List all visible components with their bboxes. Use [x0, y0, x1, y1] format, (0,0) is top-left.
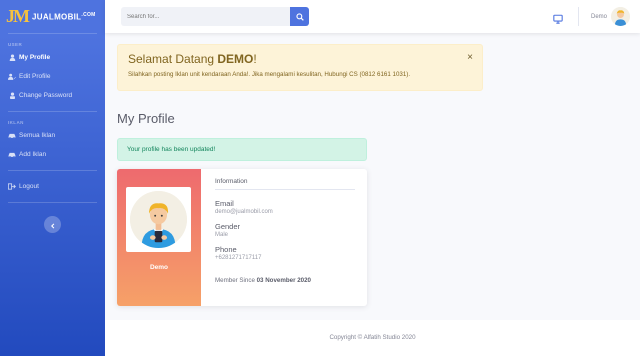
- profile-card: Demo Information Email demo@jualmobil.co…: [117, 169, 367, 306]
- topbar: Demo: [105, 0, 640, 33]
- profile-photo-frame: [126, 187, 191, 252]
- sidebar-item-label: Change Password: [19, 92, 73, 99]
- monitor-icon[interactable]: [553, 11, 563, 29]
- profile-avatar: [130, 191, 187, 248]
- close-icon[interactable]: ×: [467, 52, 473, 63]
- search-icon: [295, 8, 304, 26]
- gender-value: Male: [215, 232, 229, 238]
- info-heading: Information: [215, 178, 355, 190]
- search-bar: [121, 7, 309, 26]
- car-add-icon: [8, 151, 16, 159]
- user-dropdown[interactable]: Demo: [591, 7, 631, 26]
- welcome-title: Selamat Datang DEMO!: [128, 52, 257, 66]
- gender-label: Gender: [215, 222, 241, 231]
- sidebar-item-semua-iklan[interactable]: Semua Iklan: [0, 126, 105, 145]
- member-since: Member Since 03 November 2020: [215, 277, 311, 284]
- topbar-divider: [578, 7, 579, 26]
- sidebar-item-label: Semua Iklan: [19, 132, 56, 139]
- search-input[interactable]: [121, 7, 290, 26]
- page-title: My Profile: [117, 111, 175, 126]
- sidebar-item-label: Edit Profile: [19, 73, 51, 80]
- footer: Copyright © Alfatih Studio 2020: [105, 320, 640, 356]
- profile-name: Demo: [149, 264, 169, 271]
- sidebar-divider: [8, 170, 97, 171]
- brand-logo: JM: [6, 6, 30, 26]
- sidebar-item-label: My Profile: [19, 54, 51, 61]
- gender-field: Gender Male: [215, 222, 240, 238]
- car-icon: [8, 132, 16, 140]
- phone-label: Phone: [215, 245, 237, 254]
- user-name: Demo: [591, 13, 608, 20]
- user-icon: [8, 54, 16, 62]
- email-value: demo@jualmobil.com: [215, 209, 273, 215]
- key-icon: [8, 92, 16, 100]
- search-button[interactable]: [290, 7, 309, 26]
- logout-icon: [8, 183, 16, 191]
- brand[interactable]: JM JUALMOBIL.COM: [0, 0, 105, 33]
- sidebar-item-label: Add Iklan: [19, 151, 47, 158]
- sidebar-toggle-button[interactable]: [44, 216, 61, 233]
- sidebar: JM JUALMOBIL.COM USER My Profile Edit Pr…: [0, 0, 105, 356]
- email-label: Email: [215, 199, 234, 208]
- sidebar-item-add-iklan[interactable]: Add Iklan: [0, 145, 105, 164]
- sidebar-divider: [8, 202, 97, 203]
- sidebar-heading-ads: IKLAN: [8, 120, 24, 125]
- success-alert: Your profile has been updated!: [117, 138, 367, 161]
- brand-name: JUALMOBIL.COM: [32, 11, 96, 22]
- sidebar-heading-user: USER: [8, 42, 23, 47]
- welcome-message: Silahkan posting Iklan unit kendaraan An…: [128, 71, 411, 78]
- avatar: [611, 7, 631, 26]
- phone-value: +6281271717117: [215, 255, 262, 261]
- welcome-alert: Selamat Datang DEMO! Silahkan posting Ik…: [117, 44, 483, 91]
- phone-field: Phone +6281271717117: [215, 245, 261, 261]
- email-field: Email demo@jualmobil.com: [215, 199, 273, 215]
- sidebar-item-my-profile[interactable]: My Profile: [0, 48, 105, 67]
- profile-info: Information Email demo@jualmobil.com Gen…: [215, 178, 355, 284]
- sidebar-item-change-password[interactable]: Change Password: [0, 86, 105, 105]
- profile-card-banner: Demo: [117, 169, 201, 306]
- sidebar-item-edit-profile[interactable]: Edit Profile: [0, 67, 105, 86]
- user-edit-icon: [8, 73, 16, 81]
- sidebar-item-label: Logout: [19, 183, 39, 190]
- sidebar-item-logout[interactable]: Logout: [0, 177, 105, 196]
- chevron-left-icon: [50, 216, 56, 234]
